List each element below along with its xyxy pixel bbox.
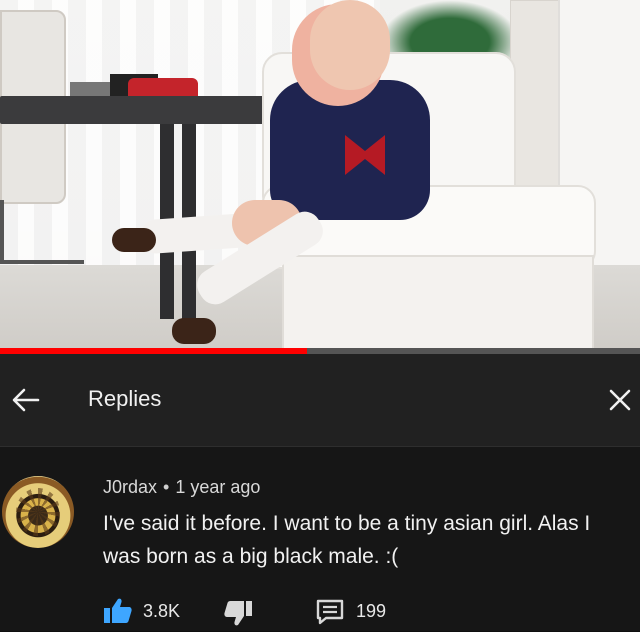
arrow-left-icon <box>12 388 40 412</box>
comment: J0rdax • 1 year ago I've said it before. I… <box>0 447 640 631</box>
video-scene-person-head <box>310 0 390 90</box>
comment-author[interactable]: J0rdax <box>103 477 157 497</box>
page-title: Replies <box>88 386 162 411</box>
reply-button[interactable] <box>316 599 344 625</box>
video-scene-shoe <box>112 228 156 252</box>
close-button[interactable] <box>602 382 638 418</box>
video-scene-shoe <box>172 318 216 344</box>
video-scene-sofa-base <box>282 255 594 351</box>
video-scene-chair-base <box>0 200 84 264</box>
avatar[interactable] <box>2 476 74 548</box>
like-count: 3.8K <box>143 601 181 621</box>
thumbs-down-icon <box>224 601 252 626</box>
video-player[interactable] <box>0 0 640 352</box>
video-scene-desk <box>0 96 272 124</box>
replies-header: Replies <box>0 354 640 447</box>
thumbs-up-icon <box>104 598 132 623</box>
comment-icon <box>316 599 344 625</box>
reply-count: 199 <box>356 601 387 621</box>
comment-actions: 3.8K 199 <box>103 597 623 627</box>
close-icon <box>609 389 631 411</box>
comment-time[interactable]: 1 year ago <box>175 477 260 497</box>
dislike-button[interactable] <box>223 599 255 627</box>
meta-separator: • <box>163 477 170 497</box>
back-button[interactable] <box>8 382 44 418</box>
comment-text: I've said it before. I want to be a tiny… <box>103 512 591 568</box>
comment-meta: J0rdax • 1 year ago <box>103 477 260 498</box>
like-button[interactable] <box>103 597 135 625</box>
